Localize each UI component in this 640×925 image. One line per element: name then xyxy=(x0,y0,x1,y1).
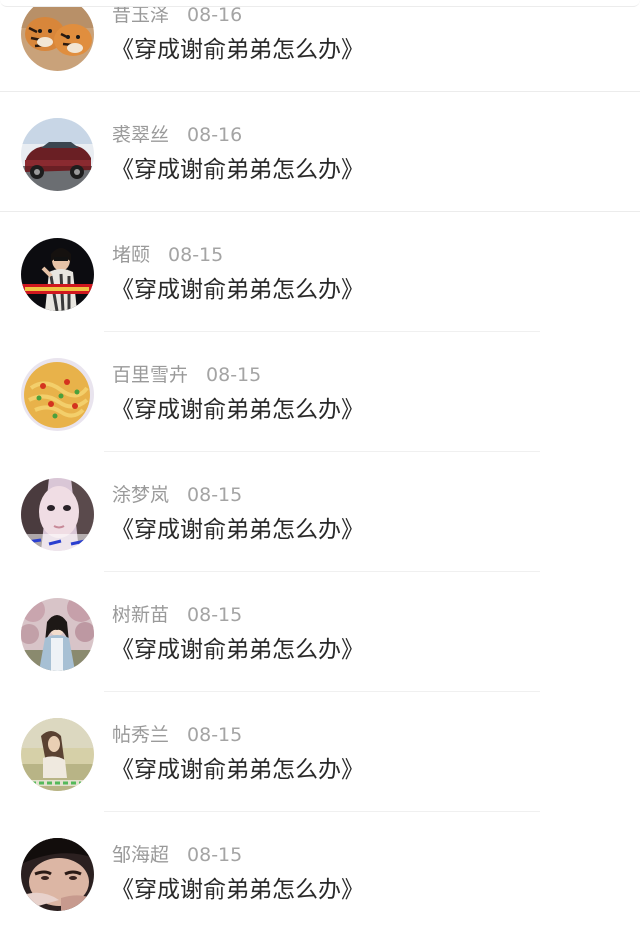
face-avatar-icon[interactable] xyxy=(21,478,94,551)
face-closeup-avatar-icon[interactable] xyxy=(21,838,94,911)
username[interactable]: 涂梦岚 xyxy=(112,484,169,506)
comment-date: 08-16 xyxy=(187,4,243,26)
comment-item[interactable]: 帖秀兰 08-15 《穿成谢俞弟弟怎么办》 xyxy=(0,692,640,812)
comment-item[interactable]: 百里雪卉 08-15 《穿成谢俞弟弟怎么办》 xyxy=(0,332,640,452)
username[interactable]: 帖秀兰 xyxy=(112,724,169,746)
comment-meta: 帖秀兰 08-15 xyxy=(112,723,242,747)
comment-list: 昔玉泽 08-16 《穿成谢俞弟弟怎么办》 裘翠丝 08-16 《穿成谢俞弟弟怎么办… xyxy=(0,0,640,925)
comment-text: 《穿成谢俞弟弟怎么办》 xyxy=(111,157,364,183)
comment-text: 《穿成谢俞弟弟怎么办》 xyxy=(111,277,364,303)
noodles-avatar-icon[interactable] xyxy=(21,358,94,431)
comment-meta: 堵颐 08-15 xyxy=(112,243,223,267)
comment-date: 08-15 xyxy=(206,364,262,386)
comment-date: 08-15 xyxy=(187,484,243,506)
comment-meta: 百里雪卉 08-15 xyxy=(112,363,261,387)
comment-item[interactable]: 裘翠丝 08-16 《穿成谢俞弟弟怎么办》 xyxy=(0,92,640,212)
username[interactable]: 裘翠丝 xyxy=(112,124,169,146)
comment-item[interactable]: 邹海超 08-15 《穿成谢俞弟弟怎么办》 xyxy=(0,812,640,925)
comment-meta: 邹海超 08-15 xyxy=(112,843,242,867)
comment-date: 08-15 xyxy=(187,604,243,626)
top-panel-edge xyxy=(0,0,640,7)
comment-text: 《穿成谢俞弟弟怎么办》 xyxy=(111,757,364,783)
tiger-avatar-icon[interactable] xyxy=(21,0,94,71)
username[interactable]: 树新苗 xyxy=(112,604,169,626)
comment-meta: 树新苗 08-15 xyxy=(112,603,242,627)
username[interactable]: 百里雪卉 xyxy=(112,364,188,386)
comment-text: 《穿成谢俞弟弟怎么办》 xyxy=(111,877,364,903)
comment-text: 《穿成谢俞弟弟怎么办》 xyxy=(111,637,364,663)
girl-field-avatar-icon[interactable] xyxy=(21,718,94,791)
girl-blossom-avatar-icon[interactable] xyxy=(21,598,94,671)
person-banner-avatar-icon[interactable] xyxy=(21,238,94,311)
username[interactable]: 昔玉泽 xyxy=(112,4,169,26)
comment-text: 《穿成谢俞弟弟怎么办》 xyxy=(111,397,364,423)
username[interactable]: 邹海超 xyxy=(112,844,169,866)
comment-text: 《穿成谢俞弟弟怎么办》 xyxy=(111,37,364,63)
comment-date: 08-15 xyxy=(187,724,243,746)
username[interactable]: 堵颐 xyxy=(112,244,150,266)
comment-item[interactable]: 昔玉泽 08-16 《穿成谢俞弟弟怎么办》 xyxy=(0,0,640,92)
comment-item[interactable]: 树新苗 08-15 《穿成谢俞弟弟怎么办》 xyxy=(0,572,640,692)
comment-meta: 涂梦岚 08-15 xyxy=(112,483,242,507)
car-avatar-icon[interactable] xyxy=(21,118,94,191)
comment-item[interactable]: 堵颐 08-15 《穿成谢俞弟弟怎么办》 xyxy=(0,212,640,332)
comment-date: 08-16 xyxy=(187,124,243,146)
comment-date: 08-15 xyxy=(187,844,243,866)
comment-date: 08-15 xyxy=(168,244,224,266)
comment-text: 《穿成谢俞弟弟怎么办》 xyxy=(111,517,364,543)
comment-item[interactable]: 涂梦岚 08-15 《穿成谢俞弟弟怎么办》 xyxy=(0,452,640,572)
comment-meta: 裘翠丝 08-16 xyxy=(112,123,242,147)
